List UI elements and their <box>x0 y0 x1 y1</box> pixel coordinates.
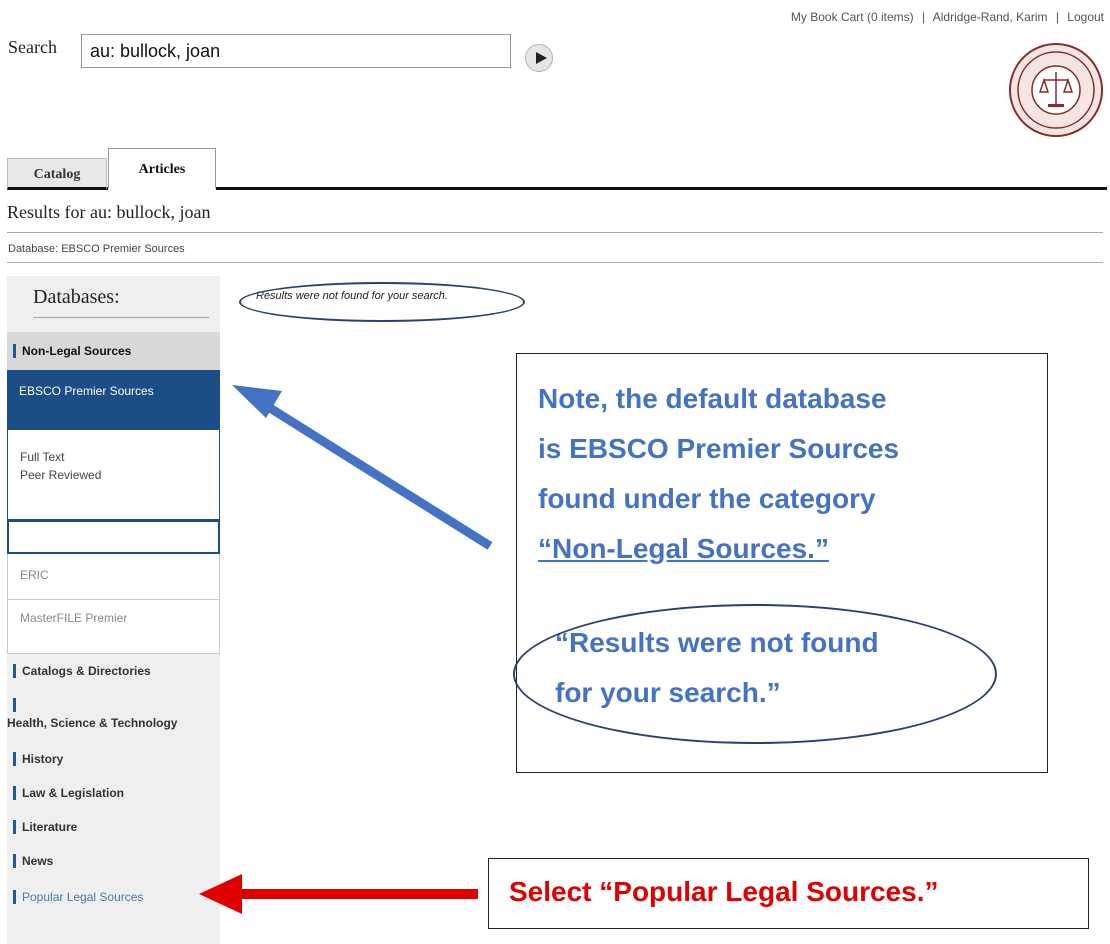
category-law-legislation[interactable]: Law & Legislation <box>7 786 124 802</box>
play-triangle-icon[interactable] <box>525 44 553 72</box>
search-input[interactable] <box>81 34 511 68</box>
highlight-oval <box>513 604 997 744</box>
category-history[interactable]: History <box>7 752 63 768</box>
category-health-science-technology[interactable]: Health, Science & Technology <box>7 698 177 730</box>
separator: | <box>1055 10 1059 24</box>
category-label: Catalogs & Directories <box>22 664 151 679</box>
category-label: Popular Legal Sources <box>22 890 144 905</box>
note-line: found under the category <box>538 483 876 514</box>
category-news[interactable]: News <box>7 854 53 870</box>
highlight-oval <box>239 282 525 322</box>
divider <box>7 232 1103 233</box>
red-arrow-icon <box>199 874 478 914</box>
law-school-seal-logo <box>1009 43 1103 137</box>
category-label: News <box>22 854 54 869</box>
database-options-panel: Full Text Peer Reviewed <box>7 430 220 520</box>
category-label: History <box>22 752 64 767</box>
category-marker <box>13 343 16 358</box>
databases-heading: Databases: <box>33 286 209 318</box>
option-peer-reviewed[interactable]: Peer Reviewed <box>20 468 101 482</box>
category-label: Literature <box>22 820 78 835</box>
category-marker <box>13 698 16 712</box>
tab-articles[interactable]: Articles <box>108 148 216 190</box>
category-label: Health, Science & Technology <box>7 716 178 730</box>
category-literature[interactable]: Literature <box>7 820 77 836</box>
blue-arrow-icon <box>232 385 493 550</box>
category-marker <box>13 890 16 904</box>
category-popular-legal-sources[interactable]: Popular Legal Sources <box>7 890 143 906</box>
option-full-text[interactable]: Full Text <box>20 450 64 464</box>
note-line: is EBSCO Premier Sources <box>538 433 900 464</box>
category-marker <box>13 854 16 868</box>
category-marker <box>13 820 16 834</box>
note-text: Note, the default database is EBSCO Prem… <box>538 374 1038 574</box>
logout-link[interactable]: Logout <box>1067 10 1104 24</box>
tab-bar: Catalog Articles <box>7 147 1107 190</box>
category-marker <box>13 664 16 678</box>
separator: | <box>921 10 926 24</box>
empty-field[interactable] <box>7 520 220 554</box>
instruction-text: Select “Popular Legal Sources.” <box>509 876 939 907</box>
divider <box>7 262 1103 263</box>
note-line: Note, the default database <box>538 383 887 414</box>
category-label: Law & Legislation <box>22 786 125 801</box>
search-label: Search <box>8 37 57 57</box>
category-catalogs-directories[interactable]: Catalogs & Directories <box>7 664 151 680</box>
note-line: “Non-Legal Sources.” <box>538 533 829 564</box>
category-marker <box>13 752 16 766</box>
book-cart-link[interactable]: My Book Cart (0 items) <box>791 10 914 24</box>
category-label: Non-Legal Sources <box>22 344 132 358</box>
database-ebsco-premier[interactable]: EBSCO Premier Sources <box>7 370 220 430</box>
category-marker <box>13 786 16 800</box>
category-non-legal-sources[interactable]: Non-Legal Sources <box>7 332 220 371</box>
database-line: Database: EBSCO Premier Sources <box>8 243 185 255</box>
results-title: Results for au: bullock, joan <box>7 202 211 222</box>
database-masterfile-premier[interactable]: MasterFILE Premier <box>7 600 220 654</box>
user-name-link[interactable]: Aldridge-Rand, Karim <box>933 10 1048 24</box>
tab-catalog[interactable]: Catalog <box>7 158 107 190</box>
database-eric[interactable]: ERIC <box>7 554 220 600</box>
user-links: My Book Cart (0 items) | Aldridge-Rand, … <box>791 10 1104 24</box>
databases-sidebar: Databases: Non-Legal Sources EBSCO Premi… <box>7 276 220 944</box>
